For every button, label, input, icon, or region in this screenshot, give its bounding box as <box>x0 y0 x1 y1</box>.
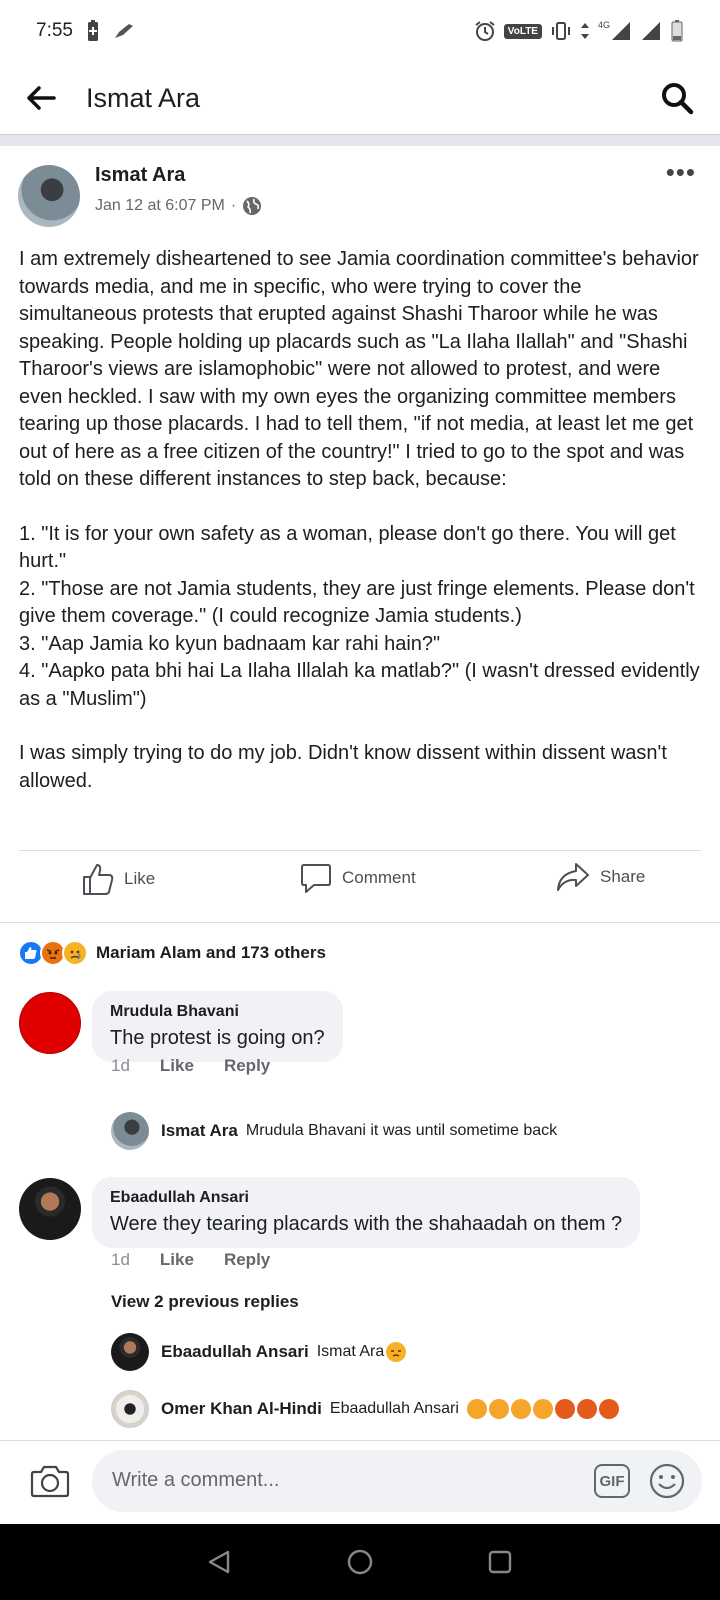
nav-recents-icon[interactable] <box>486 1548 514 1576</box>
commenter-name[interactable]: Ebaadullah Ansari <box>110 1189 622 1207</box>
like-label: Like <box>124 869 156 888</box>
comment-item: Mrudula Bhavani The protest is going on?… <box>0 990 720 1100</box>
comment-bubble-icon <box>301 864 331 893</box>
composer-divider <box>0 1440 720 1441</box>
commenter-avatar[interactable] <box>19 992 81 1054</box>
comment-time: 1d <box>111 1056 130 1075</box>
post-paragraph: I am extremely disheartened to see Jamia… <box>19 248 699 490</box>
system-nav-bar <box>0 1524 720 1600</box>
reply-text: Mrudula Bhavani it was until sometime ba… <box>245 1122 558 1139</box>
replier-name[interactable]: Ebaadullah Ansari <box>161 1342 309 1362</box>
post-list: 1. "It is for your own safety as a woman… <box>19 521 701 714</box>
emoji-picker-icon[interactable] <box>648 1462 686 1500</box>
alarm-icon <box>475 21 495 41</box>
comment-composer: Write a comment... GIF <box>0 1450 720 1524</box>
comment-meta: 1d Like Reply <box>111 1250 270 1270</box>
cursing-face-emoji-icon <box>554 1399 575 1419</box>
comment-meta: 1d Like Reply <box>111 1056 270 1076</box>
reactions-summary[interactable]: Mariam Alam and 173 others <box>18 940 326 966</box>
post-header: Ismat Ara Jan 12 at 6:07 PM · ••• <box>18 159 702 230</box>
replier-avatar[interactable] <box>111 1333 149 1371</box>
share-label: Share <box>600 867 646 886</box>
post-list-item: 2. "Those are not Jamia students, they a… <box>19 577 695 628</box>
replier-name[interactable]: Ismat Ara <box>161 1121 238 1141</box>
angry-face-emoji-icon <box>488 1399 509 1419</box>
gif-button[interactable]: GIF <box>594 1464 630 1498</box>
comment-label: Comment <box>342 868 416 887</box>
replier-avatar[interactable] <box>111 1112 149 1150</box>
reply-item: Ismat Ara Mrudula Bhavani it was until s… <box>111 1112 557 1150</box>
commenter-avatar[interactable] <box>19 1178 81 1240</box>
vibrate-icon <box>551 22 570 40</box>
app-header: Ismat Ara <box>0 62 720 134</box>
reactions-count: Mariam Alam and 173 others <box>96 943 326 962</box>
replier-name[interactable]: Omer Khan Al-Hindi <box>161 1399 322 1419</box>
post-date[interactable]: Jan 12 at 6:07 PM <box>95 197 225 215</box>
comment-like-button[interactable]: Like <box>160 1250 194 1270</box>
search-icon[interactable] <box>660 81 694 115</box>
reply-text: Ebaadullah Ansari <box>329 1400 459 1417</box>
more-options-icon[interactable]: ••• <box>666 159 696 185</box>
commenter-name[interactable]: Mrudula Bhavani <box>110 1003 325 1021</box>
author-name[interactable]: Ismat Ara <box>95 164 185 187</box>
thumbs-up-icon <box>83 864 114 895</box>
network-type: 4G <box>597 20 610 30</box>
volte-badge: VoLTE <box>503 23 542 39</box>
view-previous-replies-link[interactable]: View 2 previous replies <box>111 1292 299 1312</box>
author-avatar[interactable] <box>18 165 80 227</box>
meta-separator: · <box>230 197 237 214</box>
replier-avatar[interactable] <box>111 1390 149 1428</box>
comment-text: The protest is going on? <box>110 1027 325 1049</box>
reply-text: Ismat Ara <box>316 1343 385 1360</box>
angry-face-emoji-icon <box>510 1399 531 1419</box>
reply-item: Ebaadullah Ansari Ismat Ara <box>111 1333 407 1371</box>
comment-like-button[interactable]: Like <box>160 1056 194 1076</box>
page-title: Ismat Ara <box>86 82 201 113</box>
reply-item: Omer Khan Al-Hindi Ebaadullah Ansari <box>111 1390 619 1428</box>
globe-icon <box>243 197 262 215</box>
comment-input[interactable]: Write a comment... GIF <box>92 1450 702 1512</box>
comment-input-placeholder: Write a comment... <box>112 1469 280 1491</box>
actions-divider <box>0 922 720 923</box>
comment-reply-button[interactable]: Reply <box>224 1056 270 1076</box>
battery-icon <box>671 20 683 42</box>
comment-bubble[interactable]: Mrudula Bhavani The protest is going on? <box>92 991 343 1062</box>
reaction-emoji-group <box>465 1399 619 1419</box>
status-bar: 7:55 VoLTE 4G <box>0 0 720 62</box>
comment-reply-button[interactable]: Reply <box>224 1250 270 1270</box>
nav-back-icon[interactable] <box>206 1548 234 1576</box>
comment-button[interactable]: Comment <box>300 862 416 894</box>
back-arrow-icon[interactable] <box>26 85 56 111</box>
comment-item: Ebaadullah Ansari Were they tearing plac… <box>0 1176 720 1286</box>
comment-time: 1d <box>111 1250 130 1269</box>
comment-text: Were they tearing placards with the shah… <box>110 1213 623 1235</box>
post-divider <box>19 850 701 851</box>
signal-2-icon <box>642 22 660 40</box>
post-paragraph: I was simply trying to do my job. Didn't… <box>19 742 667 792</box>
battery-saver-icon <box>87 20 98 41</box>
post-list-item: 3. "Aap Jamia ko kyun badnaam kar rahi h… <box>19 632 441 655</box>
post-body: I am extremely disheartened to see Jamia… <box>19 246 701 822</box>
disappointed-emoji-icon <box>386 1342 407 1362</box>
edit-icon <box>114 24 133 38</box>
angry-face-emoji-icon <box>532 1399 553 1419</box>
post-list-item: 1. "It is for your own safety as a woman… <box>19 522 676 573</box>
cursing-face-emoji-icon <box>598 1399 619 1419</box>
post-actions: Like Comment Share <box>0 862 720 912</box>
data-arrows-icon <box>580 23 589 39</box>
header-divider <box>0 134 720 146</box>
comment-bubble[interactable]: Ebaadullah Ansari Were they tearing plac… <box>92 1177 641 1248</box>
camera-icon[interactable] <box>30 1464 70 1498</box>
post-meta: Jan 12 at 6:07 PM · <box>95 196 262 216</box>
cursing-face-emoji-icon <box>576 1399 597 1419</box>
share-arrow-icon <box>557 863 589 891</box>
angry-face-emoji-icon <box>466 1399 487 1419</box>
signal-icon <box>612 22 630 40</box>
status-time: 7:55 <box>36 20 73 41</box>
nav-home-icon[interactable] <box>346 1548 374 1576</box>
sad-reaction-icon <box>62 940 88 966</box>
post-list-item: 4. "Aapko pata bhi hai La Ilaha Illalah … <box>19 660 700 710</box>
like-button[interactable]: Like <box>82 862 155 896</box>
share-button[interactable]: Share <box>556 862 645 892</box>
